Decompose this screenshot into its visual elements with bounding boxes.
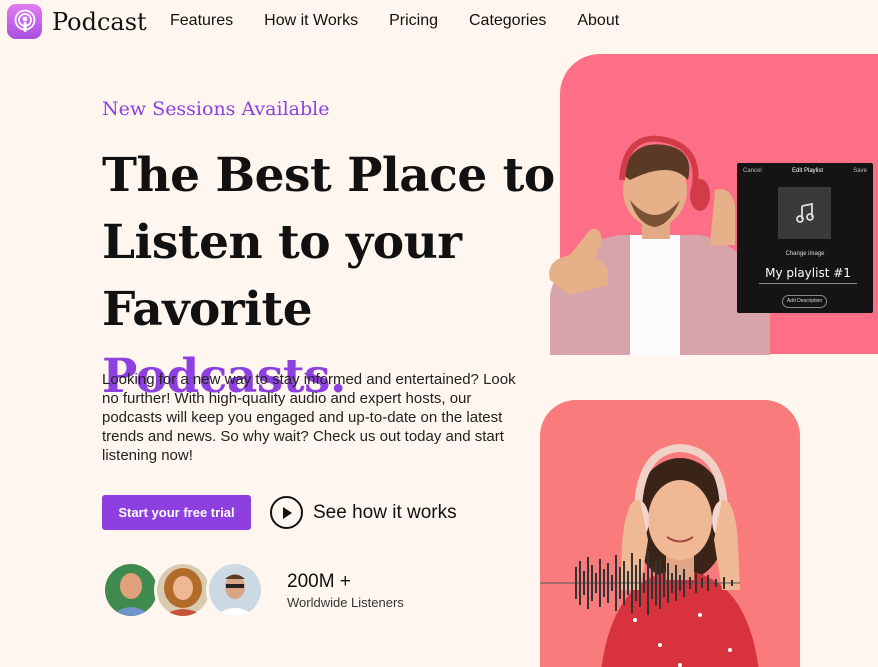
music-note-icon <box>778 187 831 239</box>
hero-image-card-bottom <box>540 400 800 667</box>
headline-line-2: Listen to your <box>102 215 462 270</box>
nav-how-it-works[interactable]: How it Works <box>264 12 358 30</box>
hero-description: Looking for a new way to stay informed a… <box>102 371 516 464</box>
headline-line-3: Favorite <box>102 282 313 337</box>
avatar <box>154 561 212 619</box>
eyebrow-text: New Sessions Available <box>102 98 330 120</box>
listeners-label: Worldwide Listeners <box>287 595 404 610</box>
avatar <box>206 561 264 619</box>
change-image-label: Change image <box>785 251 825 257</box>
playlist-name: My playlist #1 <box>759 266 857 284</box>
nav-about[interactable]: About <box>577 12 619 30</box>
audio-waveform-graphic <box>540 551 740 615</box>
playlist-save-label: Save <box>853 168 867 174</box>
playlist-title: Edit Playlist <box>791 168 823 174</box>
podcast-icon <box>7 4 42 39</box>
nav-features[interactable]: Features <box>170 12 233 30</box>
playlist-editor-mockup: Cancel Edit Playlist Save Change image M… <box>737 163 873 313</box>
nav-pricing[interactable]: Pricing <box>389 12 438 30</box>
play-icon <box>270 496 303 529</box>
see-how-it-works-label: See how it works <box>313 501 457 523</box>
listener-avatars <box>102 561 264 619</box>
nav-categories[interactable]: Categories <box>469 12 546 30</box>
headline-line-1: The Best Place to <box>102 148 555 203</box>
see-how-it-works-link[interactable]: See how it works <box>270 496 457 529</box>
start-free-trial-button[interactable]: Start your free trial <box>102 495 251 530</box>
avatar <box>102 561 160 619</box>
playlist-cancel-label: Cancel <box>743 168 762 174</box>
brand-name: Podcast <box>52 7 147 36</box>
woman-with-headphones-image <box>601 443 759 667</box>
brand-logo[interactable]: Podcast <box>7 4 147 39</box>
listeners-count: 200M + <box>287 571 351 592</box>
main-nav: Features How it Works Pricing Categories… <box>170 12 619 30</box>
add-description-pill: Add Description <box>782 295 827 308</box>
